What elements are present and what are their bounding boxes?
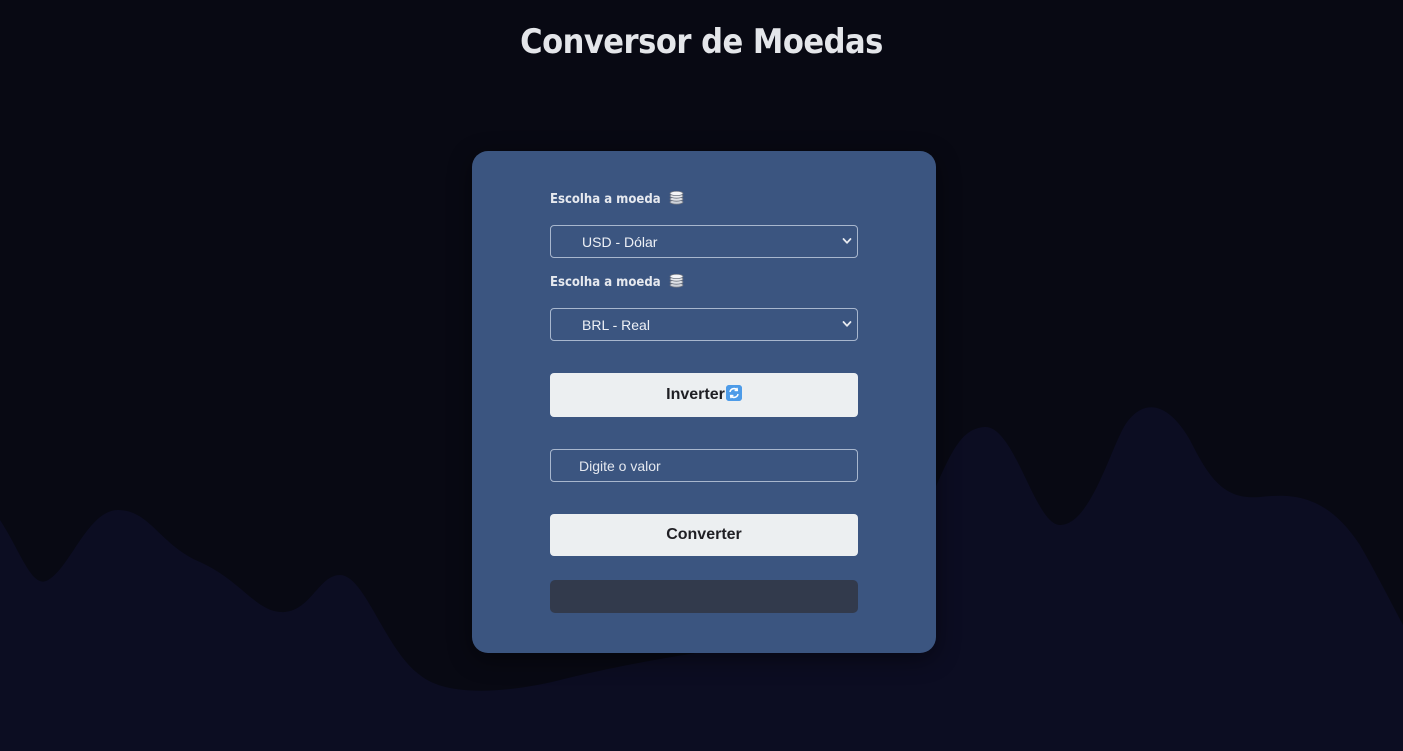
convert-button[interactable]: Converter: [550, 514, 858, 556]
converter-card: Escolha a moeda USD - Dólar Escolha a mo…: [472, 151, 936, 653]
swap-button[interactable]: Inverter: [550, 373, 858, 417]
chevron-down-icon: [842, 321, 852, 327]
to-currency-label-text: Escolha a moeda: [550, 275, 661, 290]
from-currency-select[interactable]: USD - Dólar: [550, 225, 858, 258]
from-currency-label: Escolha a moeda: [550, 191, 684, 207]
swap-icon: [725, 385, 742, 402]
page-title: Conversor de Moedas: [520, 22, 883, 62]
chevron-down-icon: [842, 238, 852, 244]
coins-icon: [669, 274, 684, 288]
amount-input[interactable]: Digite o valor: [550, 449, 858, 482]
amount-input-placeholder: Digite o valor: [579, 458, 661, 474]
from-currency-selected: USD - Dólar: [582, 234, 658, 250]
to-currency-selected: BRL - Real: [582, 317, 650, 333]
convert-button-label: Converter: [666, 526, 742, 543]
to-currency-label: Escolha a moeda: [550, 274, 684, 290]
result-output: [550, 580, 858, 613]
coins-icon: [669, 191, 684, 205]
from-currency-label-text: Escolha a moeda: [550, 192, 661, 207]
to-currency-select[interactable]: BRL - Real: [550, 308, 858, 341]
swap-button-label: Inverter: [666, 386, 725, 403]
